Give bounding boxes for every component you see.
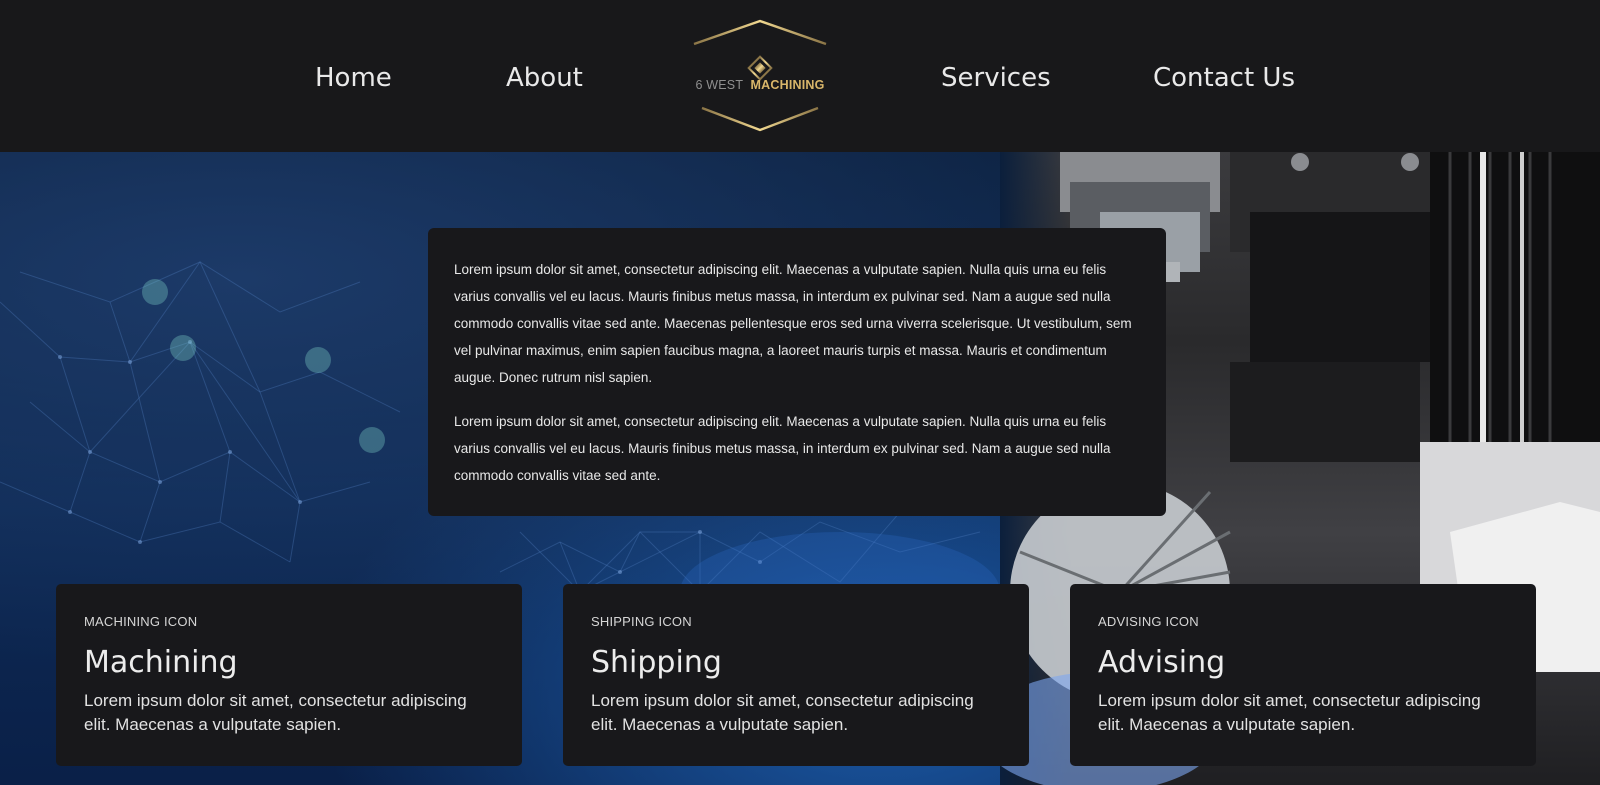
card-title: Advising [1098, 645, 1226, 680]
card-description: Lorem ipsum dolor sit amet, consectetur … [1098, 691, 1481, 734]
advising-icon: ADVISING ICON [1098, 614, 1199, 629]
logo-word-machining: MACHINING [750, 78, 825, 92]
intro-text-box: Lorem ipsum dolor sit amet, consectetur … [428, 228, 1166, 516]
site-header: Home About 6 WEST MACHINING Services Con… [0, 0, 1600, 152]
service-card-shipping[interactable]: SHIPPING ICON Shipping Lorem ipsum dolor… [563, 584, 1029, 766]
hero-section: Lorem ipsum dolor sit amet, consectetur … [0, 152, 1600, 785]
logo-wordmark: 6 WEST MACHINING [688, 78, 832, 92]
card-description: Lorem ipsum dolor sit amet, consectetur … [84, 691, 467, 734]
nav-contact-link[interactable]: Contact Us [1153, 60, 1295, 96]
service-card-machining[interactable]: MACHINING ICON Machining Lorem ipsum dol… [56, 584, 522, 766]
card-title: Machining [84, 645, 238, 680]
nav-home-link[interactable]: Home [315, 60, 392, 96]
nav-services-link[interactable]: Services [941, 60, 1051, 96]
intro-paragraph-1: Lorem ipsum dolor sit amet, consectetur … [454, 262, 1132, 385]
machining-icon: MACHINING ICON [84, 614, 198, 629]
shipping-icon: SHIPPING ICON [591, 614, 692, 629]
logo-hexagon-icon [693, 19, 827, 132]
nav-about-link[interactable]: About [506, 60, 583, 96]
logo-word-west: 6 WEST [695, 78, 744, 92]
brand-logo[interactable]: 6 WEST MACHINING [688, 18, 832, 134]
service-card-advising[interactable]: ADVISING ICON Advising Lorem ipsum dolor… [1070, 584, 1536, 766]
intro-paragraph-2: Lorem ipsum dolor sit amet, consectetur … [454, 414, 1111, 483]
card-description: Lorem ipsum dolor sit amet, consectetur … [591, 691, 974, 734]
card-title: Shipping [591, 645, 722, 680]
